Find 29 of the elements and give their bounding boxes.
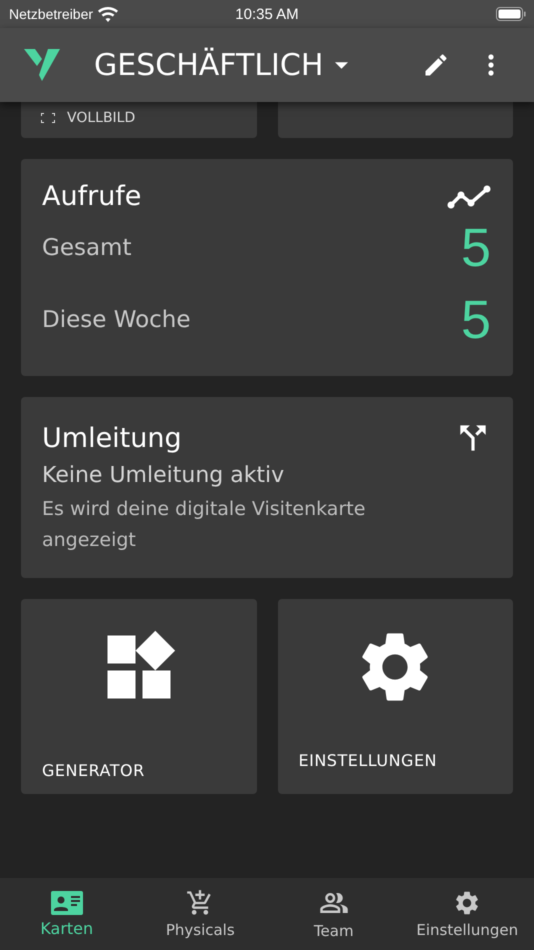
stat-value: 5 [460, 217, 491, 279]
redirect-status: Keine Umleitung aktiv [42, 463, 286, 488]
card-title: Umleitung [42, 422, 182, 454]
tile-card[interactable]: VOLLBILD [21, 102, 256, 138]
more-icon[interactable] [488, 54, 494, 76]
nav-tab[interactable]: Team [267, 878, 400, 950]
tile-button[interactable]: GENERATOR [21, 599, 256, 794]
stat-value: 5 [460, 289, 491, 351]
stat-label: Gesamt [42, 235, 132, 261]
trend-line-icon [447, 184, 491, 208]
fullscreen-icon [41, 113, 55, 123]
battery-icon [496, 7, 526, 21]
carrier-name: Netzbetreiber [9, 6, 94, 22]
tile-label: VOLLBILD [67, 109, 136, 127]
tile-card[interactable] [278, 102, 513, 138]
nav-tab[interactable]: Einstellungen [400, 878, 534, 950]
tile-button[interactable]: EINSTELLUNGEN [278, 599, 513, 794]
logo-icon [24, 49, 60, 81]
stat-label: Diese Woche [42, 307, 191, 333]
caret-icon [335, 62, 348, 68]
wifi-icon [98, 6, 118, 22]
profile-dropdown[interactable]: GESCHÄFTLICH [94, 48, 422, 82]
contact-card-icon [50, 890, 83, 914]
nav-tab[interactable]: Physicals [134, 878, 267, 950]
card-title: Aufrufe [42, 181, 142, 212]
redirect-description: Es wird deine digitale Visitenkarte angezeigt [42, 497, 366, 553]
redirect-card[interactable]: Umleitung Keine Umleitung aktiv Es wird deine digitale Visitenkarte angezeigt [21, 397, 513, 578]
nav-tab[interactable]: Karten [0, 878, 134, 950]
clock-time: 10:35 AM [235, 6, 299, 22]
